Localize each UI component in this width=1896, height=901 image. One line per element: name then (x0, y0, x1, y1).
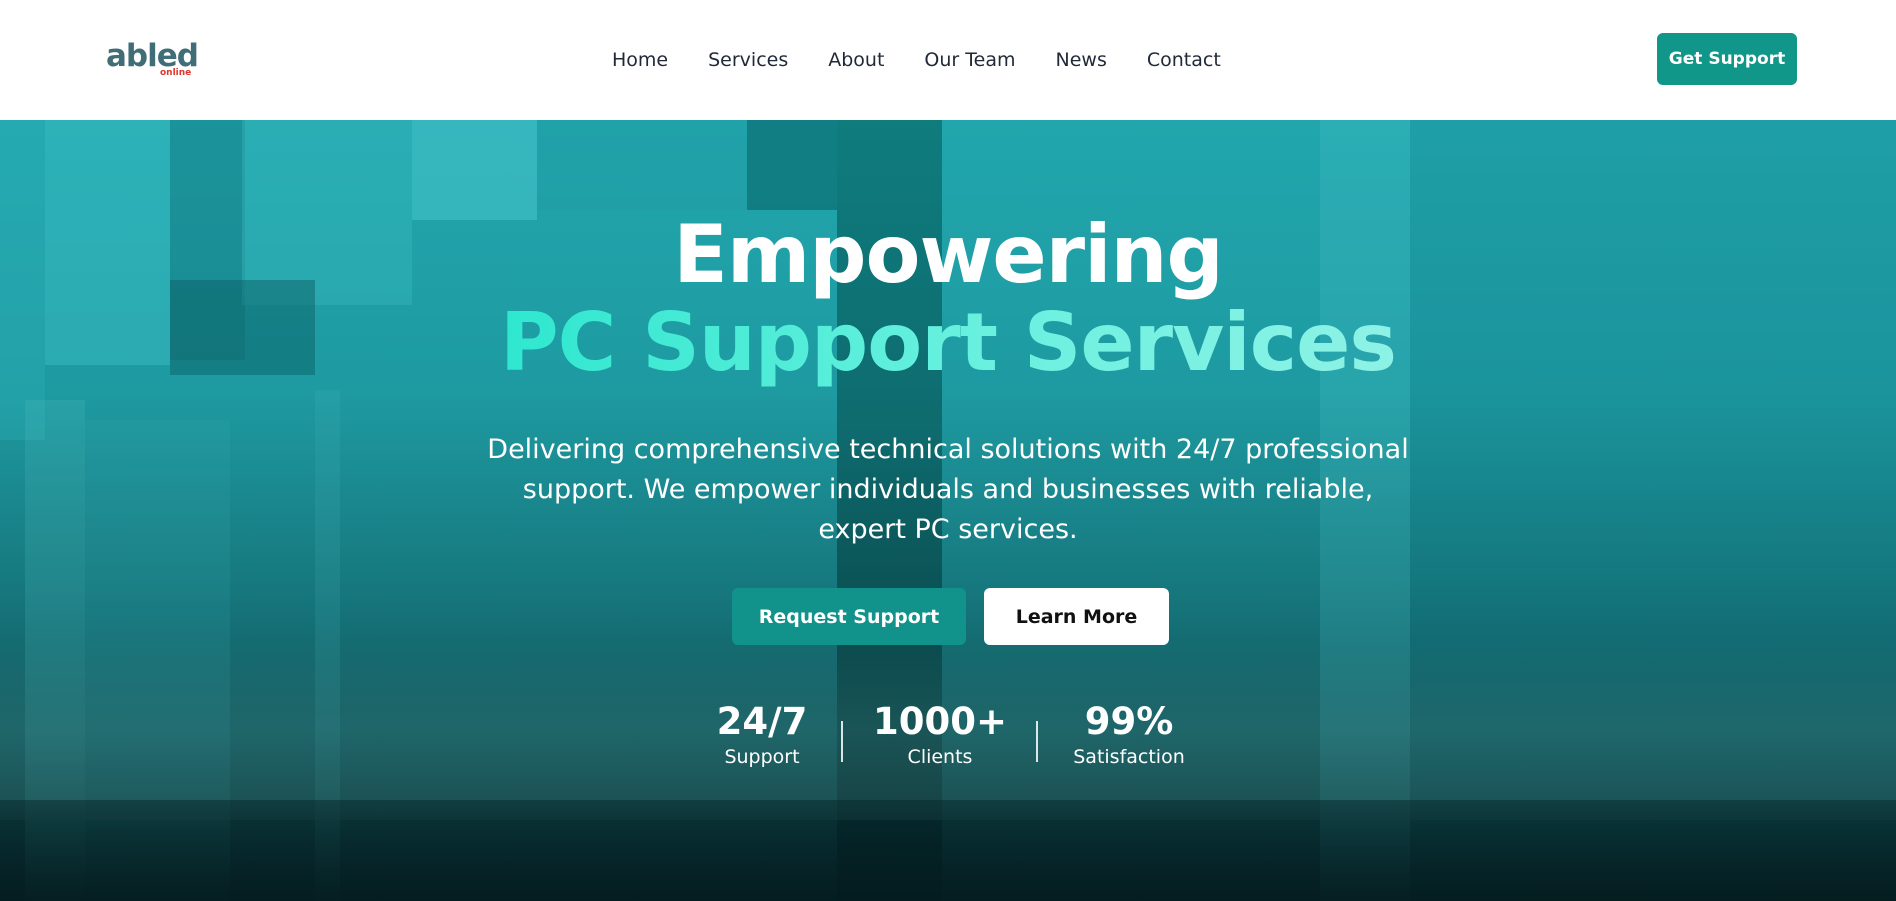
hero-title-line1: Empowering (673, 208, 1224, 301)
nav-home[interactable]: Home (612, 45, 668, 75)
hero-content: Empowering PC Support Services Deliverin… (0, 120, 1896, 901)
stat-support: 24/7 Support (712, 700, 812, 770)
request-support-button[interactable]: Request Support (732, 588, 966, 645)
nav-contact[interactable]: Contact (1147, 45, 1221, 75)
stat-satisfaction: 99% Satisfaction (1064, 700, 1194, 770)
stat-divider (1036, 721, 1038, 762)
main-navigation: Home Services About Our Team News Contac… (612, 45, 1261, 75)
navbar: abled online Home Services About Our Tea… (0, 0, 1896, 120)
hero-section: Empowering PC Support Services Deliverin… (0, 120, 1896, 901)
stat-label: Satisfaction (1073, 746, 1185, 768)
stat-value: 99% (1084, 700, 1174, 743)
stat-clients: 1000+ Clients (870, 700, 1010, 770)
hero-title-line2-text: PC Support Services (500, 296, 1397, 389)
logo-subtext: online (160, 68, 192, 78)
nav-services[interactable]: Services (708, 45, 788, 75)
stat-label: Support (724, 746, 800, 768)
hero-subtitle: Delivering comprehensive technical solut… (487, 434, 1409, 545)
stat-divider (841, 721, 843, 762)
stat-label: Clients (907, 746, 973, 768)
hero-title-line2: PC Support Services (0, 298, 1896, 388)
site-logo[interactable]: abled online (106, 38, 199, 80)
get-support-button[interactable]: Get Support (1657, 33, 1797, 85)
stat-value: 1000+ (873, 700, 1007, 743)
stat-value: 24/7 (716, 700, 808, 743)
learn-more-button[interactable]: Learn More (984, 588, 1169, 645)
nav-news[interactable]: News (1056, 45, 1107, 75)
nav-our-team[interactable]: Our Team (924, 45, 1015, 75)
nav-about[interactable]: About (828, 45, 884, 75)
